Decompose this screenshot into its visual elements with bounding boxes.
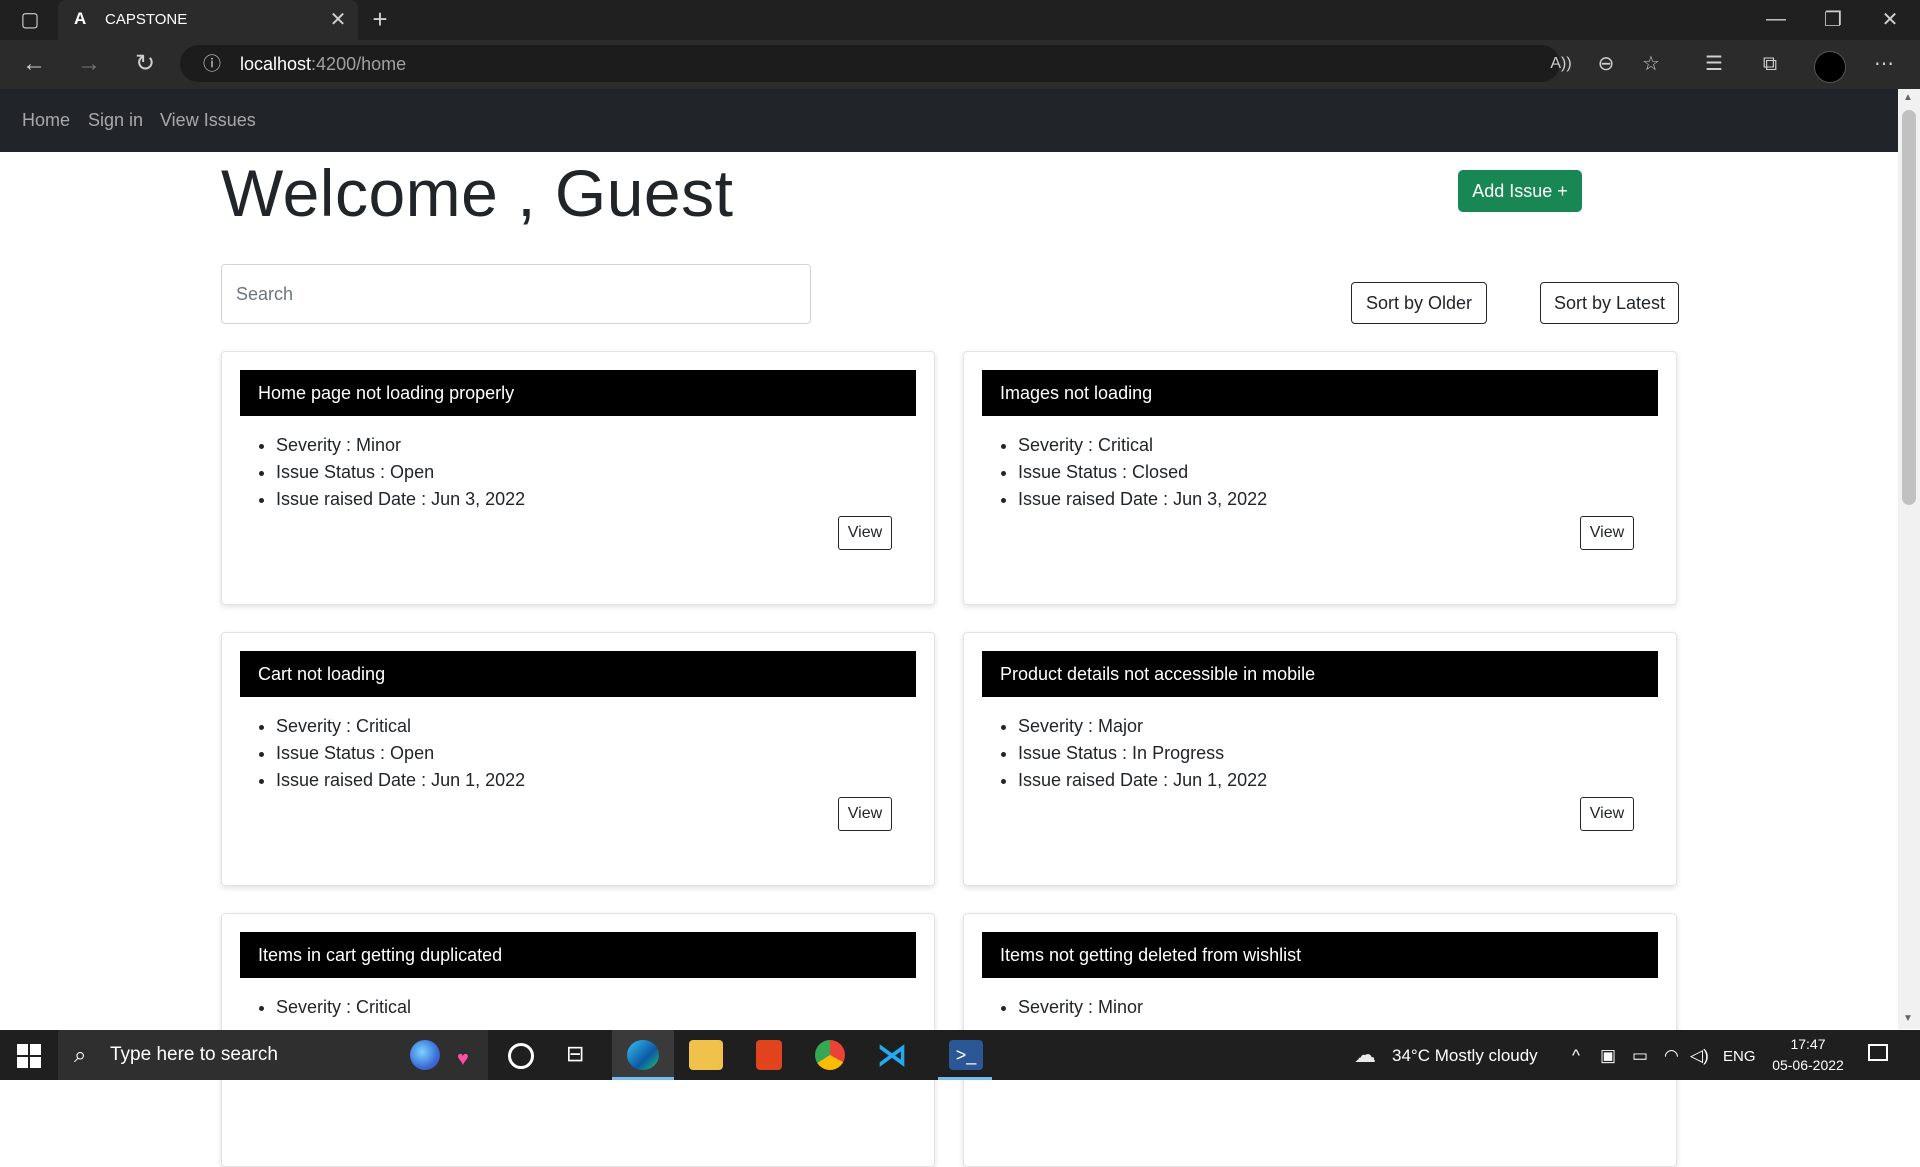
issue-title: Cart not loading	[240, 651, 916, 697]
nav-home[interactable]: Home	[22, 110, 70, 131]
powershell-icon[interactable]: >_	[949, 1040, 983, 1070]
issue-title: Items in cart getting duplicated	[240, 932, 916, 978]
issue-card: Cart not loading Severity : Critical Iss…	[221, 632, 935, 886]
url-text[interactable]: localhost:4200/home	[240, 54, 406, 75]
favorites-icon[interactable]: ☰	[1700, 50, 1728, 78]
nav-sign-in[interactable]: Sign in	[88, 110, 143, 131]
restore-icon[interactable]: ❐	[1819, 6, 1847, 34]
taskbar-search-text: Type here to search	[110, 1044, 278, 1065]
issue-details: Severity : Minor	[1018, 994, 1143, 1021]
issue-title: Home page not loading properly	[240, 370, 916, 416]
forward-icon[interactable]: →	[75, 50, 103, 78]
issue-card: Images not loading Severity : Critical I…	[963, 351, 1677, 605]
issue-title: Product details not accessible in mobile	[982, 651, 1658, 697]
view-issue-button[interactable]: View	[1580, 516, 1634, 550]
vscode-icon[interactable]: ⋊	[877, 1038, 907, 1073]
tray-chevron-icon[interactable]: ^	[1572, 1046, 1580, 1066]
issue-severity: Severity : Critical	[276, 994, 411, 1021]
more-menu-icon[interactable]: ⋯	[1870, 50, 1898, 78]
issue-status: Issue Status : Open	[276, 459, 525, 486]
issue-date: Issue raised Date : Jun 3, 2022	[1018, 486, 1267, 513]
issue-status: Issue Status : In Progress	[1018, 740, 1267, 767]
weather-cloud-icon[interactable]: ☁	[1354, 1042, 1376, 1068]
view-issue-button[interactable]: View	[838, 797, 892, 831]
minimize-icon[interactable]: —	[1762, 5, 1790, 33]
nav-view-issues[interactable]: View Issues	[160, 110, 256, 131]
issue-severity: Severity : Minor	[1018, 994, 1143, 1021]
url-path: :4200/home	[311, 54, 407, 74]
browser-tab[interactable]	[58, 0, 358, 40]
network-drive-icon[interactable]: ▣	[1600, 1046, 1616, 1066]
office-icon[interactable]	[756, 1040, 782, 1070]
url-host: localhost	[240, 54, 312, 74]
issue-details: Severity : Critical Issue Status : Open …	[276, 713, 525, 794]
issue-status: Issue Status : Closed	[1018, 459, 1267, 486]
new-tab-icon[interactable]: +	[366, 5, 394, 33]
issue-severity: Severity : Critical	[276, 713, 525, 740]
clock-time: 17:47	[1790, 1036, 1826, 1052]
globe-icon[interactable]	[410, 1040, 440, 1070]
issue-title: Items not getting deleted from wishlist	[982, 932, 1658, 978]
issue-details: Severity : Critical	[276, 994, 411, 1021]
edge-icon[interactable]	[627, 1040, 659, 1070]
clock[interactable]: 17:47 05-06-2022	[1772, 1034, 1844, 1076]
file-explorer-icon[interactable]	[689, 1040, 723, 1070]
sort-older-button[interactable]: Sort by Older	[1351, 282, 1487, 324]
issue-date: Issue raised Date : Jun 1, 2022	[276, 767, 525, 794]
issue-date: Issue raised Date : Jun 3, 2022	[276, 486, 525, 513]
issue-severity: Severity : Minor	[276, 432, 525, 459]
view-issue-button[interactable]: View	[838, 516, 892, 550]
site-info-icon[interactable]: ⓘ	[198, 50, 226, 78]
cortana-icon[interactable]	[508, 1043, 534, 1069]
view-issue-button[interactable]: View	[1580, 797, 1634, 831]
zoom-icon[interactable]: ⊖	[1592, 50, 1620, 78]
issue-details: Severity : Minor Issue Status : Open Iss…	[276, 432, 525, 513]
refresh-icon[interactable]: ↻	[131, 50, 159, 78]
issue-title: Images not loading	[982, 370, 1658, 416]
back-icon[interactable]: ←	[20, 50, 48, 78]
collections-icon[interactable]: ⧉	[1756, 50, 1784, 78]
close-tab-icon[interactable]: ✕	[324, 6, 352, 34]
tab-actions-icon[interactable]: ▢	[16, 6, 44, 34]
sort-latest-button[interactable]: Sort by Latest	[1540, 282, 1679, 324]
search-input[interactable]	[221, 264, 811, 324]
scrollbar-thumb[interactable]	[1902, 110, 1916, 505]
scroll-up-icon[interactable]: ▲	[1903, 92, 1913, 103]
wifi-icon[interactable]: ◠	[1664, 1046, 1679, 1066]
heart-icon: ♥	[457, 1048, 469, 1070]
notifications-icon[interactable]	[1868, 1044, 1888, 1061]
add-issue-button[interactable]: Add Issue +	[1458, 170, 1582, 212]
angular-logo-icon: A	[74, 9, 87, 28]
issue-card: Product details not accessible in mobile…	[963, 632, 1677, 886]
volume-icon[interactable]: ◁)	[1690, 1046, 1709, 1066]
battery-icon[interactable]: ▭	[1632, 1046, 1648, 1066]
issue-details: Severity : Critical Issue Status : Close…	[1018, 432, 1267, 513]
clock-date: 05-06-2022	[1772, 1057, 1844, 1073]
issue-date: Issue raised Date : Jun 1, 2022	[1018, 767, 1267, 794]
app-navbar	[0, 89, 1898, 152]
issue-severity: Severity : Major	[1018, 713, 1267, 740]
language-indicator[interactable]: ENG	[1723, 1048, 1756, 1065]
weather-text[interactable]: 34°C Mostly cloudy	[1392, 1046, 1538, 1066]
close-window-icon[interactable]: ✕	[1876, 6, 1904, 34]
tab-title: CAPSTONE	[105, 11, 188, 28]
read-aloud-icon[interactable]: A))	[1547, 50, 1575, 78]
windows-start-icon[interactable]	[16, 1043, 42, 1069]
issue-details: Severity : Major Issue Status : In Progr…	[1018, 713, 1267, 794]
issue-status: Issue Status : Open	[276, 740, 525, 767]
add-favorite-icon[interactable]: ☆	[1637, 50, 1665, 78]
task-view-icon[interactable]: ⊟	[566, 1041, 584, 1067]
issue-severity: Severity : Critical	[1018, 432, 1267, 459]
search-icon: ⌕	[74, 1042, 87, 1067]
issue-card: Home page not loading properly Severity …	[221, 351, 935, 605]
chrome-icon[interactable]	[815, 1040, 845, 1070]
profile-avatar[interactable]	[1814, 51, 1846, 83]
scroll-down-icon[interactable]: ▼	[1903, 1013, 1913, 1024]
page-title: Welcome , Guest	[221, 156, 734, 230]
